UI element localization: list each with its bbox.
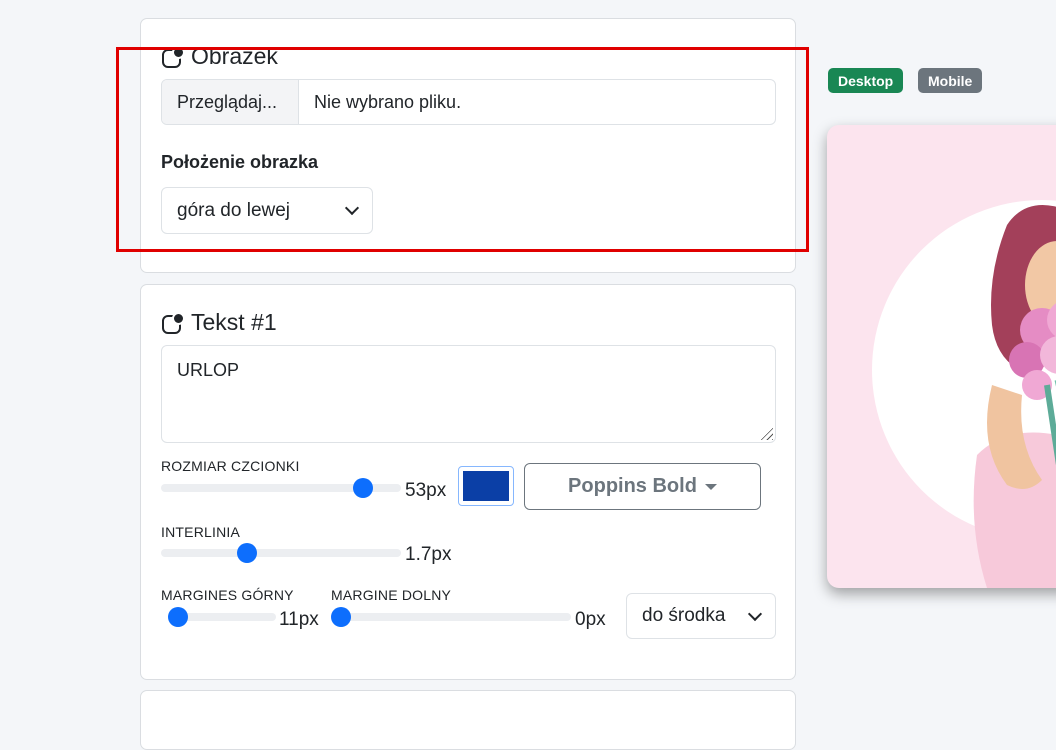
font-size-label: ROZMIAR CZCIONKI xyxy=(161,458,300,474)
shape-toggle-icon[interactable] xyxy=(161,45,185,68)
mobile-badge[interactable]: Mobile xyxy=(918,68,983,93)
text-card-title: Tekst #1 xyxy=(191,309,277,335)
text-card-header: Tekst #1 xyxy=(161,309,277,336)
caret-down-icon xyxy=(704,483,717,490)
margin-bottom-slider-thumb[interactable] xyxy=(331,607,351,627)
text-align-value: do środka xyxy=(642,605,726,626)
file-name-text: Nie wybrano pliku. xyxy=(314,91,462,112)
line-height-slider-thumb[interactable] xyxy=(237,543,258,563)
next-card xyxy=(140,690,796,750)
shape-toggle-icon[interactable] xyxy=(161,311,185,334)
text-card: Tekst #1 URLOP ROZMIAR CZCIONKI 53px Pop… xyxy=(140,284,796,680)
text-input-value: URLOP xyxy=(177,360,240,380)
mobile-badge-label: Mobile xyxy=(928,72,973,89)
font-family-dropdown[interactable]: Poppins Bold xyxy=(524,463,761,510)
file-input[interactable]: Przeglądaj... Nie wybrano pliku. xyxy=(161,79,776,125)
margin-top-slider[interactable] xyxy=(168,607,276,627)
font-size-value: 53px xyxy=(405,480,447,501)
browse-button[interactable]: Przeglądaj... xyxy=(162,80,299,124)
margin-bottom-label: MARGINE DOLNY xyxy=(331,587,452,603)
image-card-header: Obrazek xyxy=(161,43,278,70)
image-position-value: góra do lewej xyxy=(177,199,291,221)
image-position-label: Położenie obrazka xyxy=(161,152,319,172)
preview-panel xyxy=(827,125,1056,588)
text-align-select[interactable]: do środka xyxy=(626,593,776,639)
margin-bottom-slider[interactable] xyxy=(331,607,571,627)
line-height-slider[interactable] xyxy=(161,543,401,563)
line-height-value: 1.7px xyxy=(405,544,452,565)
text-color-swatch xyxy=(463,471,509,501)
font-family-label: Poppins Bold xyxy=(568,475,697,497)
image-card-title: Obrazek xyxy=(191,43,278,69)
chevron-down-icon xyxy=(747,606,763,621)
margin-bottom-value: 0px xyxy=(575,609,606,630)
line-height-label: INTERLINIA xyxy=(161,524,241,540)
image-position-select[interactable]: góra do lewej xyxy=(161,187,373,234)
font-size-slider-thumb[interactable] xyxy=(352,478,373,498)
margin-top-slider-thumb[interactable] xyxy=(168,607,189,627)
margin-top-value: 11px xyxy=(279,609,319,630)
image-card: Obrazek Przeglądaj... Nie wybrano pliku.… xyxy=(140,18,796,273)
resize-handle-icon[interactable] xyxy=(759,426,773,440)
font-size-slider[interactable] xyxy=(161,478,401,498)
chevron-down-icon xyxy=(344,200,360,216)
desktop-badge-label: Desktop xyxy=(838,72,894,89)
preview-illustration xyxy=(872,200,1056,588)
margin-top-label: MARGINES GÓRNY xyxy=(161,587,294,603)
text-color-picker[interactable] xyxy=(458,466,514,506)
text-input[interactable]: URLOP xyxy=(161,345,776,443)
desktop-badge[interactable]: Desktop xyxy=(828,68,904,93)
